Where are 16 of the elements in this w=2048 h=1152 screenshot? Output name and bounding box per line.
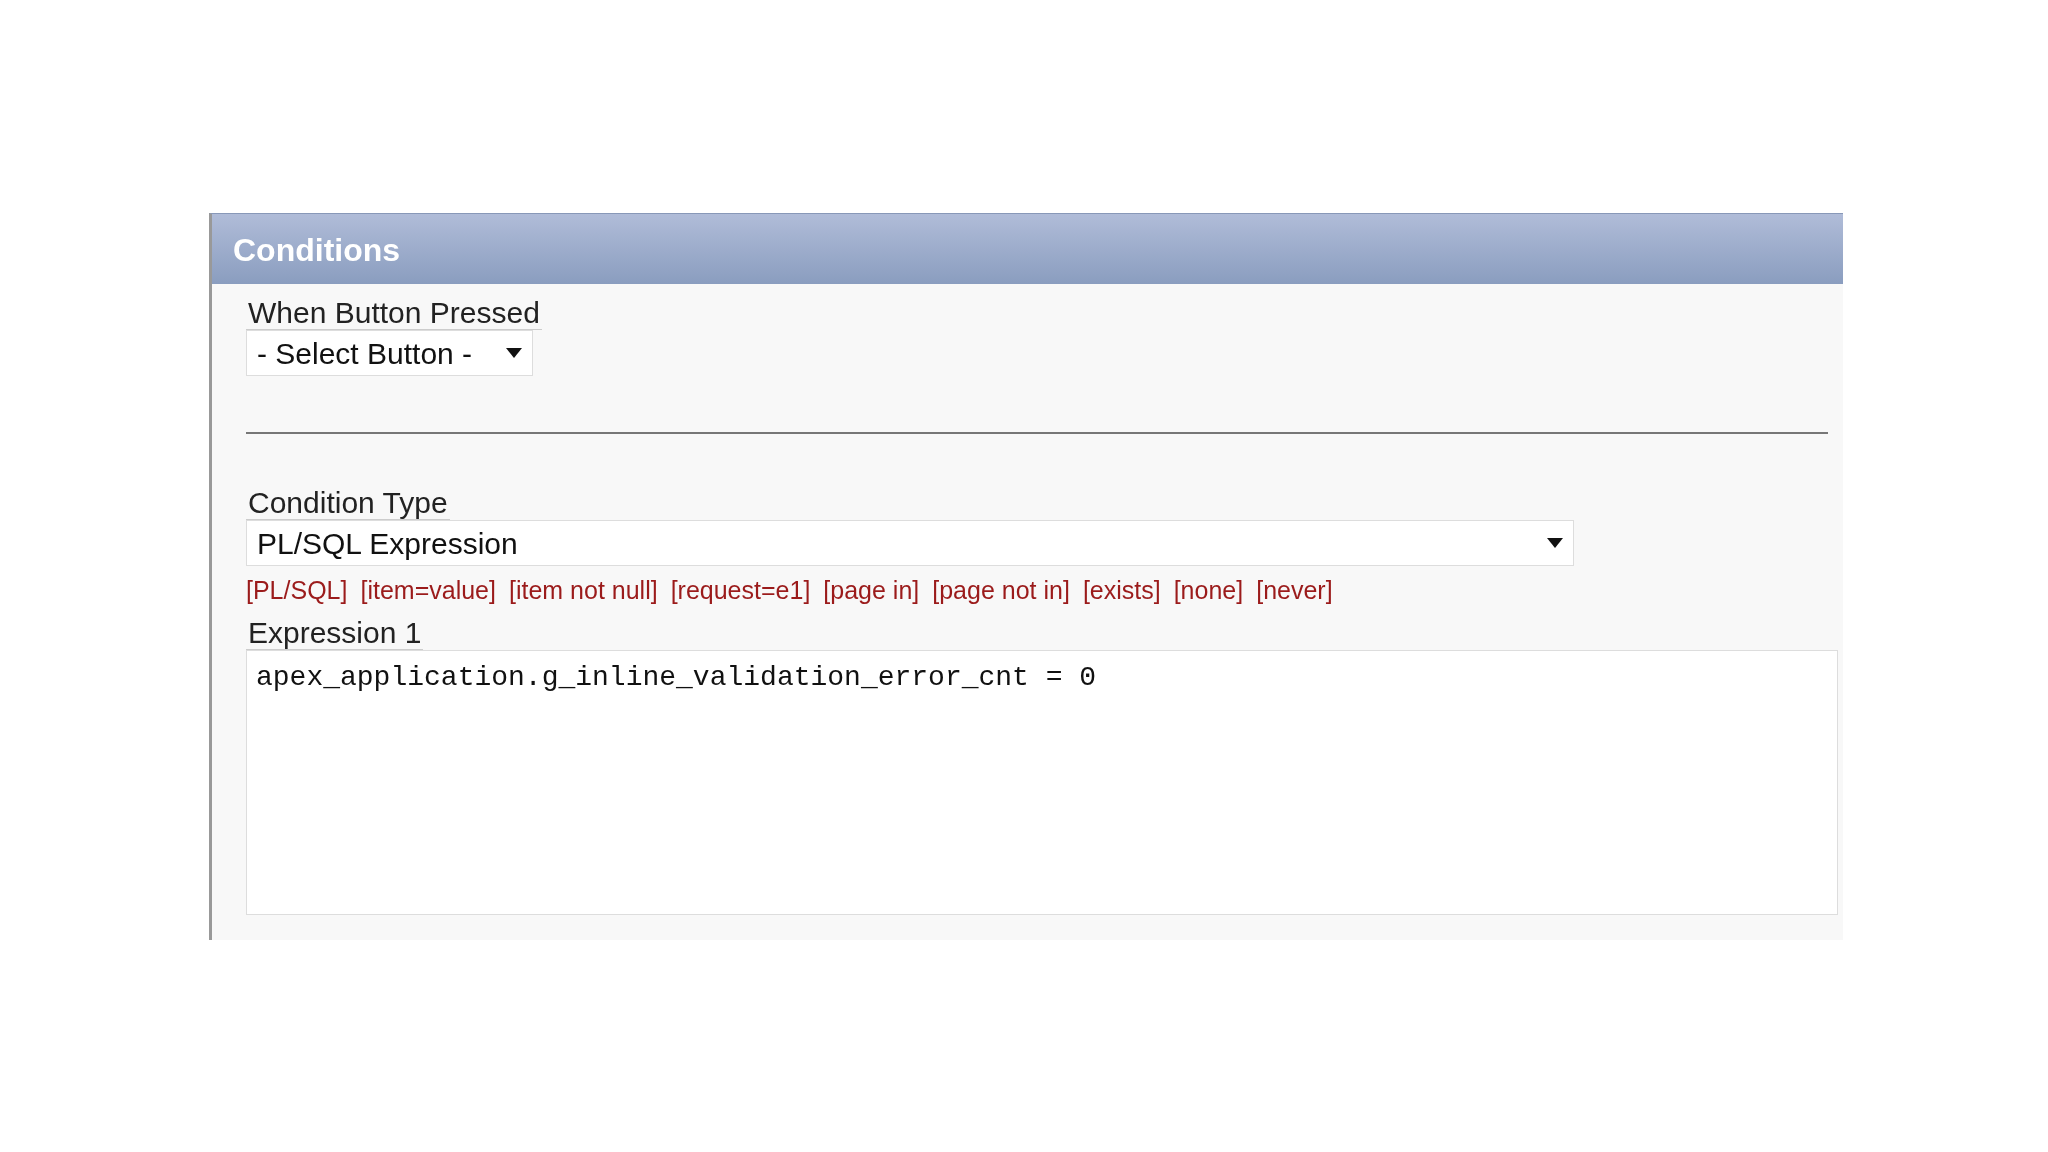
shortcut-link[interactable]: [PL/SQL] (246, 572, 348, 610)
caret-icon (1547, 538, 1563, 548)
caret-icon (506, 348, 522, 358)
shortcut-link[interactable]: [item=value] (360, 572, 496, 610)
shortcut-link[interactable]: [none] (1173, 572, 1244, 610)
shortcut-link[interactable]: [never] (1256, 572, 1333, 610)
shortcut-link[interactable]: [page not in] (932, 572, 1070, 610)
shortcut-link[interactable]: [exists] (1082, 572, 1161, 610)
select-dropdown[interactable]: PL/SQL Expression (246, 520, 1574, 566)
panel-title: Conditions (212, 214, 1843, 284)
shortcut-link[interactable]: [item not null] (508, 572, 658, 610)
shortcut-link[interactable]: [page in] (823, 572, 920, 610)
select-dropdown[interactable]: - Select Button - (246, 330, 533, 376)
field-label: Expression 1 (246, 615, 424, 650)
shortcut-link[interactable]: [request=e1] (670, 572, 811, 610)
expression-textarea[interactable]: apex_application.g_inline_validation_error_cnt = 0 (246, 649, 1838, 915)
